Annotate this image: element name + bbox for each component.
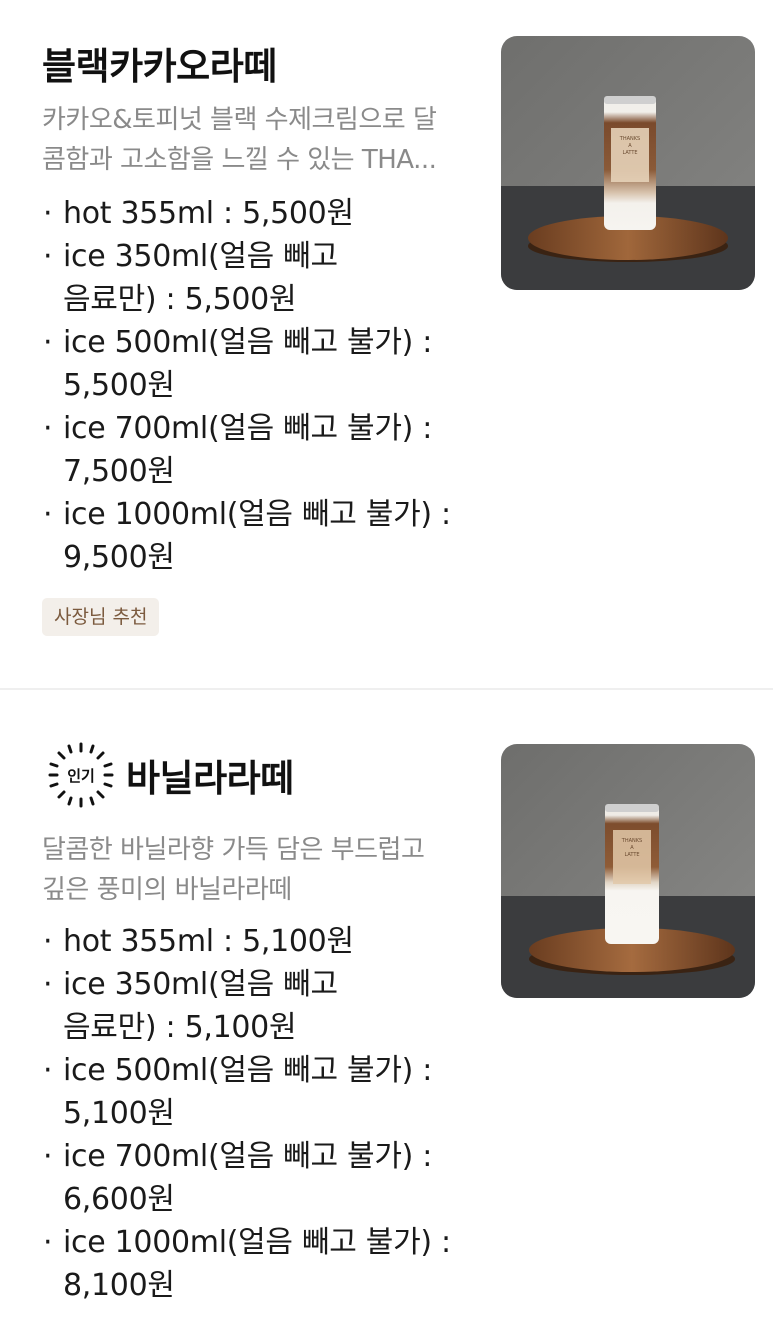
svg-text:인기: 인기 — [67, 767, 95, 785]
price-option: hot 355ml : 5,100원 — [42, 920, 482, 963]
owner-recommend-badge: 사장님 추천 — [42, 598, 160, 636]
latte-bottle-image: THANKS A LATTE — [501, 36, 755, 290]
item-photo[interactable]: THANKS A LATTE — [501, 744, 755, 998]
price-option: ice 1000ml(얼음 빼고 불가) :8,100원 — [42, 1221, 482, 1307]
price-option: ice 700ml(얼음 빼고 불가) :6,600원 — [42, 1135, 482, 1221]
popular-badge-icon: 인기 — [48, 742, 114, 808]
price-option: ice 1000ml(얼음 빼고 불가) :9,500원 — [42, 493, 482, 579]
item-name: 블랙카카오라떼 — [42, 45, 277, 88]
svg-text:THANKS: THANKS — [619, 136, 640, 142]
menu-item-vanilla-latte[interactable]: 인기 바닐라라떼 달콤한 바닐라향 가득 담은 부드럽고 깊은 풍미의 바닐라라… — [0, 690, 773, 1331]
svg-text:A: A — [628, 143, 632, 149]
title-row: 인기 바닐라라떼 — [42, 740, 294, 810]
item-name: 바닐라라떼 — [126, 757, 294, 800]
price-option: ice 500ml(얼음 빼고 불가) :5,500원 — [42, 321, 482, 407]
item-description: 달콤한 바닐라향 가득 담은 부드럽고 깊은 풍미의 바닐라라떼 — [42, 835, 425, 905]
svg-text:A: A — [630, 845, 634, 851]
item-description: 카카오&토피넛 블랙 수제크림으로 달 콤함과 고소함을 느낄 수 있는 THA… — [42, 105, 437, 175]
item-photo[interactable]: THANKS A LATTE — [501, 36, 755, 290]
price-options: hot 355ml : 5,100원 ice 350ml(얼음 빼고음료만) :… — [42, 920, 482, 1307]
price-option: ice 500ml(얼음 빼고 불가) :5,100원 — [42, 1049, 482, 1135]
menu-item-black-cacao-latte[interactable]: 블랙카카오라떼 카카오&토피넛 블랙 수제크림으로 달 콤함과 고소함을 느낄 … — [0, 0, 773, 688]
price-option: hot 355ml : 5,500원 — [42, 192, 482, 235]
price-option: ice 700ml(얼음 빼고 불가) :7,500원 — [42, 407, 482, 493]
latte-bottle-image: THANKS A LATTE — [501, 744, 755, 998]
price-option: ice 350ml(얼음 빼고음료만) : 5,100원 — [42, 963, 482, 1049]
svg-text:LATTE: LATTE — [622, 150, 637, 156]
svg-text:LATTE: LATTE — [624, 852, 639, 858]
price-option: ice 350ml(얼음 빼고음료만) : 5,500원 — [42, 235, 482, 321]
price-options: hot 355ml : 5,500원 ice 350ml(얼음 빼고음료만) :… — [42, 192, 482, 579]
svg-text:THANKS: THANKS — [621, 838, 642, 844]
